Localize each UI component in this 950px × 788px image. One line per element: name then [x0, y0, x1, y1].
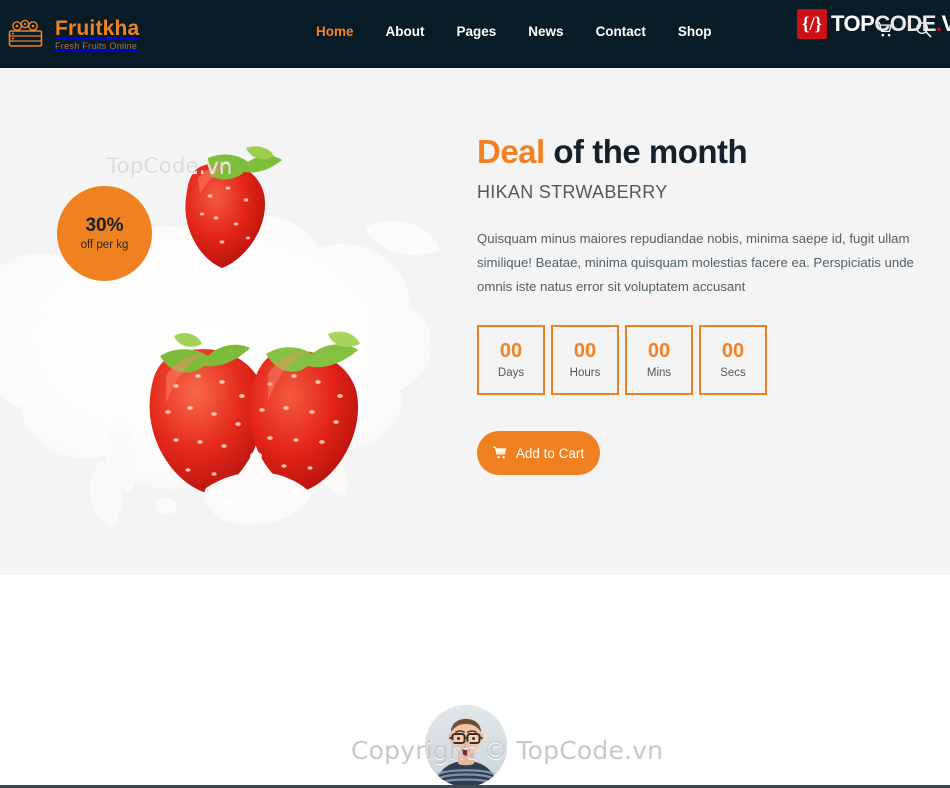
person-avatar-photo — [425, 705, 507, 787]
countdown-hours: 00 Hours — [551, 325, 619, 396]
main-navigation: Home About Pages News Contact Shop — [300, 24, 728, 39]
deal-product-image: 30% off per kg — [0, 68, 460, 575]
strawberry-milk-splash-illustration — [0, 146, 440, 528]
nav-item-about[interactable]: About — [370, 24, 441, 39]
countdown-secs-value: 00 — [721, 340, 745, 363]
add-to-cart-button[interactable]: Add to Cart — [477, 431, 600, 476]
countdown-days-label: Days — [497, 367, 525, 380]
deal-title-highlight: Deal — [477, 133, 545, 170]
discount-subtext: off per kg — [80, 238, 129, 251]
nav-item-home[interactable]: Home — [300, 24, 370, 39]
brand-tagline: Fresh Fruits Online — [55, 41, 138, 51]
deal-subtitle: HIKAN STRWABERRY — [477, 182, 668, 203]
deal-content: Deal of the month HIKAN STRWABERRY Quisq… — [477, 68, 927, 476]
avatar — [425, 705, 507, 787]
countdown-timer: 00 Days 00 Hours 00 Mins 00 Secs — [477, 325, 927, 396]
countdown-mins-value: 00 — [647, 340, 671, 363]
cart-icon — [492, 446, 508, 460]
nav-item-pages[interactable]: Pages — [441, 24, 513, 39]
site-header: Fruitkha Fresh Fruits Online Home About … — [0, 0, 950, 68]
brand-logo[interactable]: Fruitkha Fresh Fruits Online — [8, 17, 139, 51]
header-tools — [876, 21, 932, 43]
countdown-secs: 00 Secs — [699, 325, 767, 396]
testimonial-section — [0, 575, 950, 787]
countdown-days-value: 00 — [499, 340, 523, 363]
discount-badge: 30% off per kg — [57, 186, 152, 281]
countdown-secs-label: Secs — [720, 367, 746, 380]
countdown-mins-label: Mins — [646, 367, 672, 380]
search-icon[interactable] — [915, 21, 932, 43]
nav-item-shop[interactable]: Shop — [662, 24, 728, 39]
countdown-hours-label: Hours — [569, 367, 601, 380]
deal-of-the-month-section: 30% off per kg TopCode.vn Deal of the mo… — [0, 68, 950, 575]
deal-description: Quisquam minus maiores repudiandae nobis… — [477, 231, 914, 295]
discount-percent: 30% — [85, 214, 124, 236]
nav-item-contact[interactable]: Contact — [580, 24, 662, 39]
page-title: Deal of the month — [477, 133, 927, 170]
nav-item-news[interactable]: News — [512, 24, 579, 39]
countdown-mins: 00 Mins — [625, 325, 693, 396]
brand-name: Fruitkha — [55, 17, 140, 40]
add-to-cart-label: Add to Cart — [515, 445, 585, 461]
fruit-basket-icon — [8, 17, 48, 51]
deal-title-rest: of the month — [544, 133, 748, 170]
countdown-hours-value: 00 — [573, 340, 597, 363]
countdown-days: 00 Days — [477, 325, 545, 396]
cart-icon[interactable] — [876, 21, 893, 43]
